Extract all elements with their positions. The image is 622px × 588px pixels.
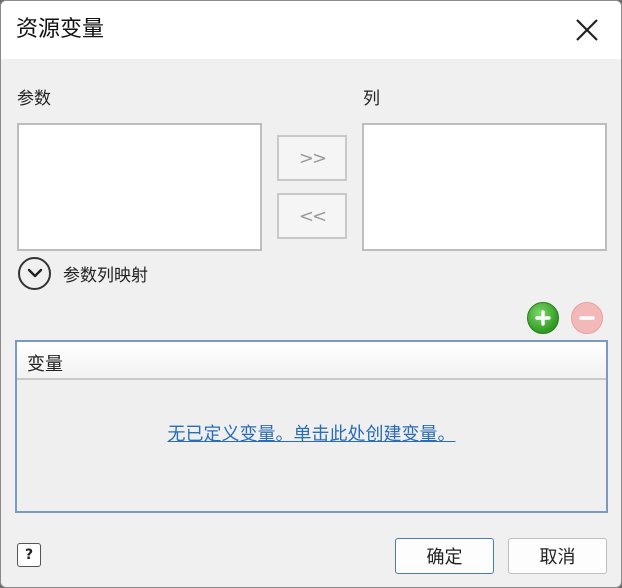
close-icon xyxy=(576,19,598,41)
move-left-button[interactable]: << xyxy=(277,193,347,239)
columns-label: 列 xyxy=(363,89,380,109)
move-right-button[interactable]: >> xyxy=(277,135,347,181)
create-variable-link[interactable]: 无已定义变量。单击此处创建变量。 xyxy=(17,420,606,446)
dialog-title: 资源变量 xyxy=(16,17,105,42)
params-label: 参数 xyxy=(17,89,51,109)
param-column-mapping-toggle[interactable]: 参数列映射 xyxy=(18,253,258,293)
minus-icon xyxy=(579,316,595,320)
variables-column-header[interactable]: 变量 xyxy=(17,342,606,380)
chevron-down-icon xyxy=(18,256,51,290)
variables-header-label: 变量 xyxy=(27,354,63,375)
ok-button[interactable]: 确定 xyxy=(395,538,494,574)
close-button[interactable] xyxy=(566,11,608,49)
mapping-label: 参数列映射 xyxy=(63,265,148,286)
help-button[interactable]: ? xyxy=(17,543,41,567)
title-bar: 资源变量 xyxy=(1,1,621,59)
columns-list[interactable] xyxy=(362,123,607,251)
resource-variables-dialog: 资源变量 参数 >> << 列 参数列映射 变量 无已定义变量。单击此处创建变量… xyxy=(0,0,622,588)
remove-variable-button[interactable] xyxy=(571,302,603,334)
add-variable-button[interactable] xyxy=(527,302,559,334)
plus-icon xyxy=(535,310,551,326)
variables-table: 变量 无已定义变量。单击此处创建变量。 xyxy=(15,340,608,513)
params-list[interactable] xyxy=(17,123,262,251)
cancel-button[interactable]: 取消 xyxy=(508,538,607,574)
